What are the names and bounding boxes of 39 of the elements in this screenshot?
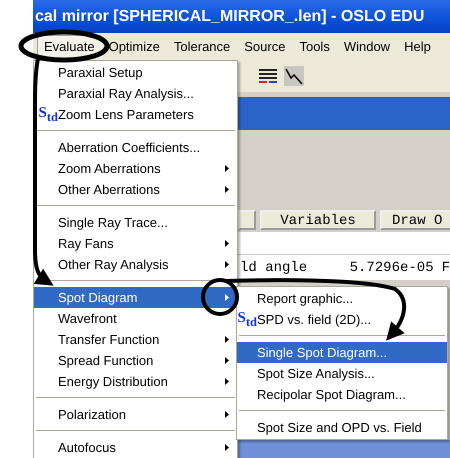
menu-item[interactable]: Spot Size Analysis... xyxy=(237,363,447,384)
menu[interactable]: Optimize xyxy=(102,35,167,58)
menu-item[interactable]: Zoom Aberrations xyxy=(34,158,237,179)
menu-item[interactable]: Other Aberrations xyxy=(34,179,237,200)
window-title: cal mirror [SPHERICAL_MIRROR_.len] - OSLO EDU xyxy=(33,0,450,33)
menu[interactable]: Tools xyxy=(292,35,337,58)
menu-item[interactable]: Polarization xyxy=(34,404,237,425)
menu-item[interactable]: Energy Distribution xyxy=(34,371,237,392)
menu[interactable]: Tolerance xyxy=(166,35,238,58)
menu-item[interactable]: S$_{td}$SPD vs. field (2D)... xyxy=(237,309,447,330)
menu-item[interactable]: Aberration Coefficients... xyxy=(34,137,237,158)
menu[interactable]: Source xyxy=(237,35,292,58)
toolbar-button[interactable]: Variables xyxy=(260,210,376,230)
menu-item[interactable]: Wavefront xyxy=(34,308,237,329)
std-icon: S$_{td}$ xyxy=(238,310,257,328)
table-icon[interactable] xyxy=(258,67,278,85)
std-icon: S$_{td}$ xyxy=(38,106,58,124)
line-chart-icon[interactable] xyxy=(284,66,304,86)
menu-item[interactable]: Report graphic... xyxy=(237,288,447,309)
menu-item[interactable]: Single Ray Trace... xyxy=(34,212,237,233)
menu[interactable]: Help xyxy=(397,35,438,58)
menu-item[interactable]: Transfer Function xyxy=(34,329,237,350)
menu-item[interactable]: Spot Diagram xyxy=(34,287,237,308)
table-cell-text: 5.7296e-05 xyxy=(348,260,434,276)
menu-item[interactable]: Paraxial Setup xyxy=(34,62,237,83)
menu-item[interactable]: Other Ray Analysis xyxy=(34,254,237,275)
menu-item[interactable]: Spread Function xyxy=(34,350,237,371)
menu[interactable]: Window xyxy=(336,35,398,58)
menu-item[interactable]: S$_{td}$Zoom Lens Parameters xyxy=(34,104,237,125)
annotation-ellipse xyxy=(201,278,239,316)
menu-item[interactable]: Recipolar Spot Diagram... xyxy=(237,384,447,405)
menu-item[interactable]: Ray Fans xyxy=(34,233,237,254)
toolbar-button[interactable]: Draw O xyxy=(380,210,450,230)
table-cell-text: F xyxy=(440,260,450,276)
menu-item[interactable]: Autofocus xyxy=(34,437,237,458)
menu-item[interactable]: Paraxial Ray Analysis... xyxy=(34,83,237,104)
table-cell-text: ld angle xyxy=(239,260,308,276)
menu-item[interactable]: Single Spot Diagram... xyxy=(237,342,447,363)
menu-item[interactable]: Spot Size and OPD vs. Field xyxy=(237,417,447,438)
